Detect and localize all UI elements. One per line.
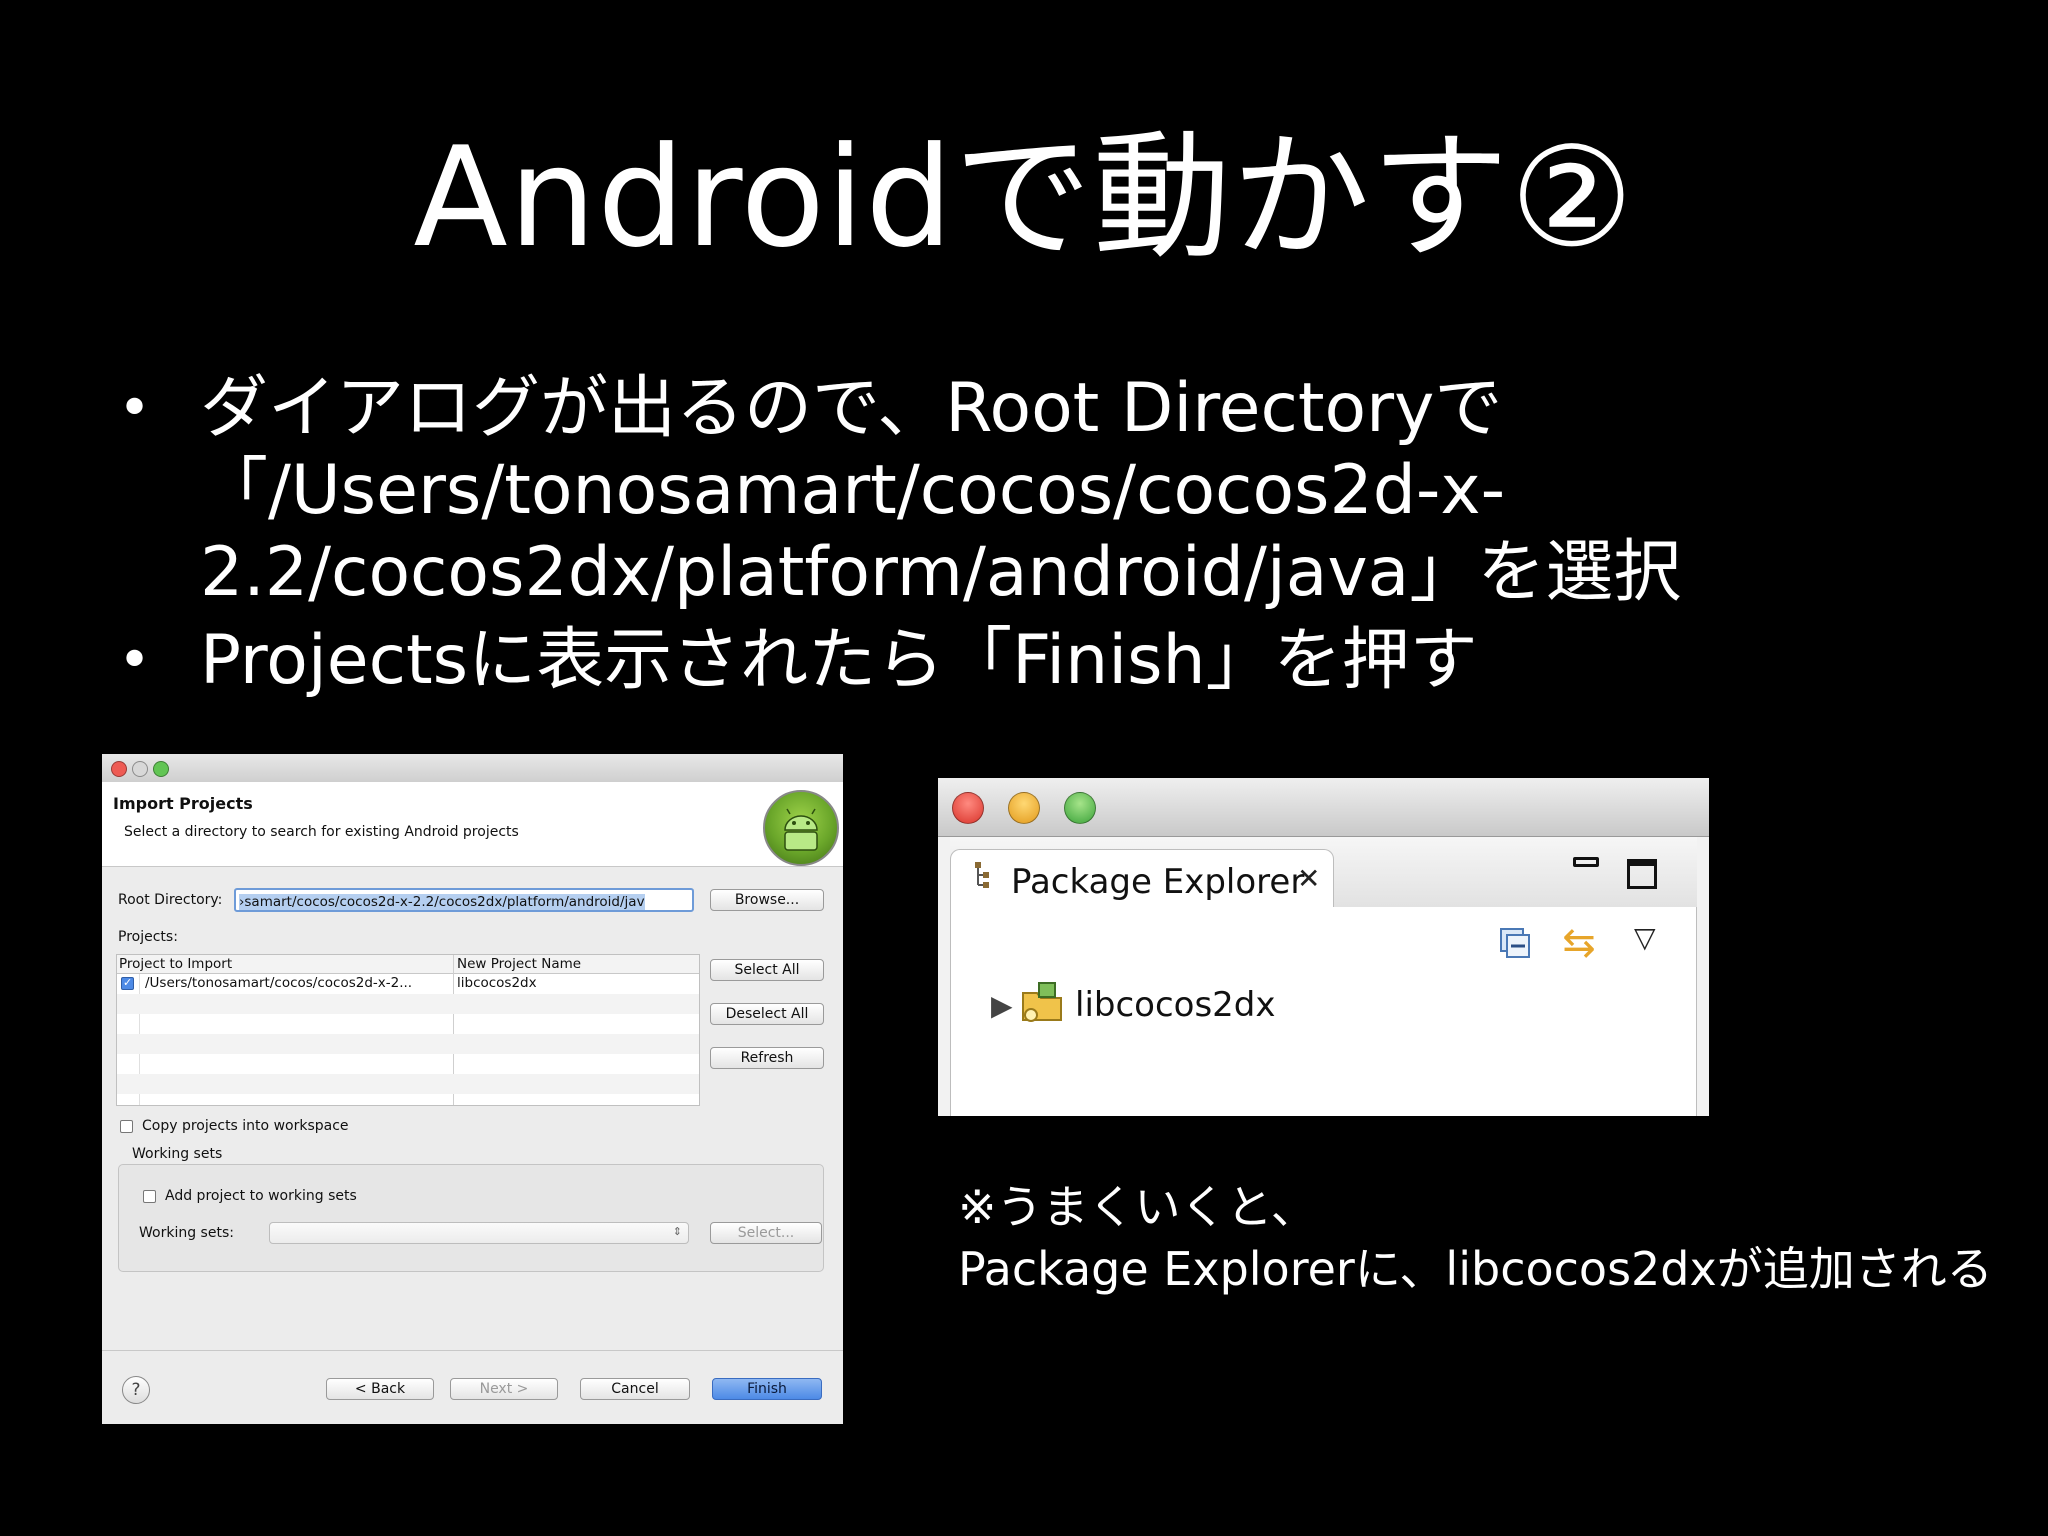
dialog-title: Import Projects [113,794,253,813]
cancel-button[interactable]: Cancel [580,1378,690,1400]
bullet-dot: • [118,376,152,441]
select-arrows-icon: ⇕ [672,1225,682,1238]
table-row-empty [117,1034,699,1054]
tab-package-explorer[interactable]: Package Explorer ✕ [950,849,1334,907]
expand-arrow-icon[interactable]: ▶ [991,989,1013,1022]
dialog-subtitle: Select a directory to search for existin… [124,824,519,840]
working-sets-select[interactable]: ⇕ [269,1222,689,1244]
dialog-titlebar [102,754,843,783]
table-header: Project to Import New Project Name [117,955,699,974]
bullet-list: • ダイアログが出るので、Root Directoryで「/Users/tono… [118,368,1998,708]
package-explorer-icon [973,860,995,892]
working-sets-group: Add project to working sets Working sets… [118,1164,824,1272]
column-new-project-name[interactable]: New Project Name [457,956,581,972]
zoom-window-button[interactable] [1064,792,1096,824]
deselect-all-button[interactable]: Deselect All [710,1003,824,1025]
bullet-text: ダイアログが出るので、Root Directoryで「/Users/tonosa… [200,369,1682,612]
refresh-button[interactable]: Refresh [710,1047,824,1069]
working-sets-select-button[interactable]: Select... [710,1222,822,1244]
tab-label: Package Explorer [1011,862,1305,902]
projects-table[interactable]: Project to Import New Project Name /User… [116,954,700,1106]
project-item-libcocos2dx[interactable]: libcocos2dx [1075,985,1276,1025]
dialog-header: Import Projects Select a directory to se… [102,782,843,867]
project-path-cell: /Users/tonosamart/cocos/cocos2d-x-2... [145,975,413,991]
android-logo-icon [763,790,839,866]
result-note: ※うまくいくと、 Package Explorerに、libcocos2dxが追… [958,1176,1993,1300]
note-line-2: Package Explorerに、libcocos2dxが追加される [958,1242,1993,1296]
help-icon[interactable]: ? [122,1376,150,1404]
add-to-working-sets-label: Add project to working sets [165,1188,357,1204]
bullet-item: • Projectsに表示されたら「Finish」を押す [118,620,1998,702]
column-project-to-import[interactable]: Project to Import [119,956,232,972]
root-directory-input[interactable]: ›samart/cocos/cocos2d-x-2.2/cocos2dx/pla… [234,888,694,912]
link-with-editor-icon[interactable]: ⇆ [1557,921,1601,965]
table-row[interactable]: /Users/tonosamart/cocos/cocos2d-x-2... l… [117,974,699,994]
root-directory-value: ›samart/cocos/cocos2d-x-2.2/cocos2dx/pla… [239,894,645,910]
bullet-dot: • [118,628,152,693]
import-projects-dialog: Import Projects Select a directory to se… [102,754,843,1424]
package-explorer-body: Package Explorer ✕ ⇆ ▽ ▶ libcocos2dx [938,837,1709,1116]
slide-title: Androidで動かす② [413,117,1635,278]
close-icon[interactable]: ✕ [1297,862,1320,895]
next-button[interactable]: Next > [450,1378,558,1400]
close-window-button[interactable] [111,761,127,777]
project-name-cell[interactable]: libcocos2dx [457,975,537,991]
package-explorer-tree: ⇆ ▽ ▶ libcocos2dx [950,907,1697,1116]
table-row-empty [117,994,699,1014]
root-directory-label: Root Directory: [118,892,223,908]
back-button[interactable]: < Back [326,1378,434,1400]
bullet-item: • ダイアログが出るので、Root Directoryで「/Users/tono… [118,368,1998,614]
close-window-button[interactable] [952,792,984,824]
zoom-window-button[interactable] [153,761,169,777]
view-tab-bar: Package Explorer ✕ [950,837,1697,908]
finish-button[interactable]: Finish [712,1378,822,1400]
minimize-window-button[interactable] [132,761,148,777]
table-row-empty [117,1074,699,1094]
select-all-button[interactable]: Select All [710,959,824,981]
view-menu-icon[interactable]: ▽ [1634,921,1656,954]
project-folder-icon [1019,979,1065,1025]
maximize-view-icon[interactable] [1627,859,1657,889]
collapse-all-icon[interactable] [1499,927,1533,961]
package-explorer-titlebar [938,778,1709,837]
note-line-1: ※うまくいくと、 [958,1180,1317,1234]
minimize-window-button[interactable] [1008,792,1040,824]
copy-projects-label: Copy projects into workspace [142,1118,349,1134]
working-sets-label: Working sets: [139,1225,234,1241]
minimize-view-icon[interactable] [1573,857,1599,867]
browse-button[interactable]: Browse... [710,889,824,911]
copy-projects-checkbox[interactable] [120,1120,133,1133]
projects-label: Projects: [118,929,178,945]
import-project-checkbox[interactable] [121,976,134,990]
package-explorer-window: Package Explorer ✕ ⇆ ▽ ▶ libcocos2dx [938,778,1709,1116]
button-bar-divider [102,1350,843,1351]
bullet-text: Projectsに表示されたら「Finish」を押す [200,621,1478,700]
add-to-working-sets-checkbox[interactable] [143,1190,156,1203]
working-sets-group-label: Working sets [132,1146,223,1162]
